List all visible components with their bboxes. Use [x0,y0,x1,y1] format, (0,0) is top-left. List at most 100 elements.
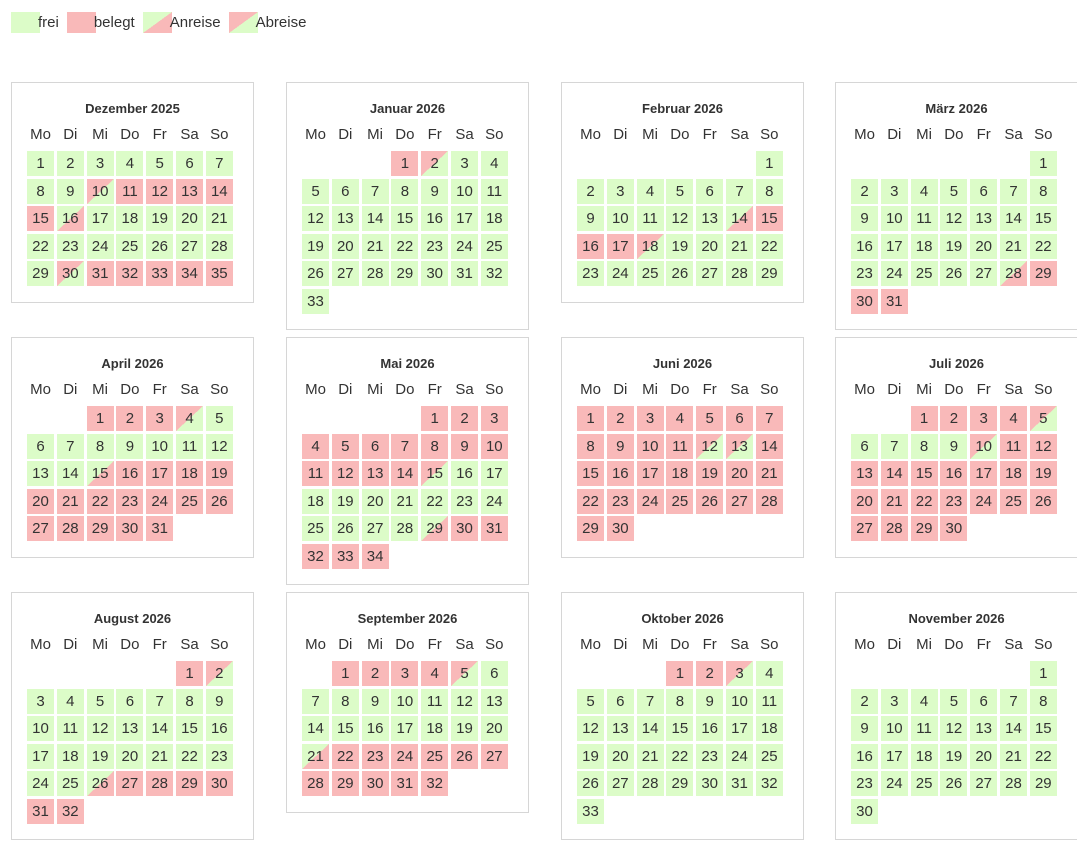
day-cell[interactable]: 28 [880,516,908,541]
day-cell[interactable]: 19 [940,743,968,769]
day-cell[interactable]: 4 [666,406,694,431]
day-cell[interactable]: 14 [205,178,233,204]
day-cell[interactable]: 27 [27,516,54,541]
day-cell[interactable]: 8 [1029,178,1057,204]
day-cell[interactable]: 1 [1029,151,1057,176]
day-cell[interactable]: 18 [666,461,694,486]
day-cell[interactable]: 2 [205,661,233,686]
day-cell[interactable]: 9 [451,433,478,459]
day-cell[interactable]: 27 [970,261,998,286]
day-cell[interactable]: 25 [116,233,144,259]
day-cell[interactable]: 3 [880,688,908,714]
day-cell[interactable]: 30 [696,771,724,796]
day-cell[interactable]: 27 [361,516,389,541]
day-cell[interactable]: 2 [696,661,724,686]
day-cell[interactable]: 16 [606,461,634,486]
day-cell[interactable]: 8 [1029,688,1057,714]
day-cell[interactable]: 22 [910,488,938,514]
day-cell[interactable]: 13 [480,688,508,714]
day-cell[interactable]: 32 [302,543,329,569]
day-cell[interactable]: 24 [726,743,753,769]
day-cell[interactable]: 8 [755,178,783,204]
day-cell[interactable]: 15 [176,716,203,741]
day-cell[interactable]: 25 [480,233,508,259]
day-cell[interactable]: 27 [696,261,724,286]
day-cell[interactable]: 4 [910,688,938,714]
day-cell[interactable]: 21 [391,488,419,514]
day-cell[interactable]: 24 [480,488,508,514]
day-cell[interactable]: 14 [391,461,419,486]
day-cell[interactable]: 28 [302,771,329,796]
day-cell[interactable]: 25 [176,488,203,514]
day-cell[interactable]: 26 [940,261,968,286]
day-cell[interactable]: 24 [970,488,998,514]
day-cell[interactable]: 23 [696,743,724,769]
day-cell[interactable]: 10 [480,433,508,459]
day-cell[interactable]: 25 [302,516,329,541]
day-cell[interactable]: 15 [666,716,694,741]
day-cell[interactable]: 18 [1000,461,1027,486]
day-cell[interactable]: 29 [755,261,783,286]
day-cell[interactable]: 13 [176,178,203,204]
day-cell[interactable]: 31 [451,261,478,286]
day-cell[interactable]: 18 [910,743,938,769]
day-cell[interactable]: 26 [302,261,329,286]
day-cell[interactable]: 11 [302,461,329,486]
day-cell[interactable]: 15 [1029,206,1057,231]
day-cell[interactable]: 13 [116,716,144,741]
day-cell[interactable]: 19 [331,488,359,514]
day-cell[interactable]: 16 [116,461,144,486]
day-cell[interactable]: 9 [851,206,878,231]
day-cell[interactable]: 22 [1029,233,1057,259]
day-cell[interactable]: 19 [666,233,694,259]
day-cell[interactable]: 12 [577,716,604,741]
day-cell[interactable]: 30 [56,261,84,286]
day-cell[interactable]: 2 [851,178,878,204]
day-cell[interactable]: 21 [726,233,753,259]
day-cell[interactable]: 20 [480,716,508,741]
day-cell[interactable]: 22 [666,743,694,769]
day-cell[interactable]: 16 [851,233,878,259]
day-cell[interactable]: 17 [480,461,508,486]
day-cell[interactable]: 10 [636,433,664,459]
day-cell[interactable]: 6 [606,688,634,714]
day-cell[interactable]: 21 [302,743,329,769]
day-cell[interactable]: 9 [421,178,449,204]
day-cell[interactable]: 21 [880,488,908,514]
day-cell[interactable]: 10 [726,688,753,714]
day-cell[interactable]: 24 [880,261,908,286]
day-cell[interactable]: 24 [146,488,174,514]
day-cell[interactable]: 20 [331,233,359,259]
day-cell[interactable]: 27 [851,516,878,541]
day-cell[interactable]: 1 [27,151,54,176]
day-cell[interactable]: 2 [606,406,634,431]
day-cell[interactable]: 34 [176,261,203,286]
day-cell[interactable]: 26 [331,516,359,541]
day-cell[interactable]: 23 [361,743,389,769]
day-cell[interactable]: 20 [116,743,144,769]
day-cell[interactable]: 3 [86,151,114,176]
day-cell[interactable]: 2 [940,406,968,431]
day-cell[interactable]: 16 [451,461,478,486]
day-cell[interactable]: 17 [391,716,419,741]
day-cell[interactable]: 27 [726,488,753,514]
day-cell[interactable]: 30 [851,798,878,824]
day-cell[interactable]: 28 [755,488,783,514]
day-cell[interactable]: 1 [1029,661,1057,686]
day-cell[interactable]: 31 [86,261,114,286]
day-cell[interactable]: 26 [696,488,724,514]
day-cell[interactable]: 28 [56,516,84,541]
day-cell[interactable]: 15 [1029,716,1057,741]
day-cell[interactable]: 25 [910,261,938,286]
day-cell[interactable]: 4 [755,661,783,686]
day-cell[interactable]: 13 [851,461,878,486]
day-cell[interactable]: 1 [86,406,114,431]
day-cell[interactable]: 12 [86,716,114,741]
day-cell[interactable]: 3 [726,661,753,686]
day-cell[interactable]: 13 [27,461,54,486]
day-cell[interactable]: 3 [480,406,508,431]
day-cell[interactable]: 1 [391,151,419,176]
day-cell[interactable]: 29 [331,771,359,796]
day-cell[interactable]: 4 [421,661,449,686]
day-cell[interactable]: 15 [421,461,449,486]
